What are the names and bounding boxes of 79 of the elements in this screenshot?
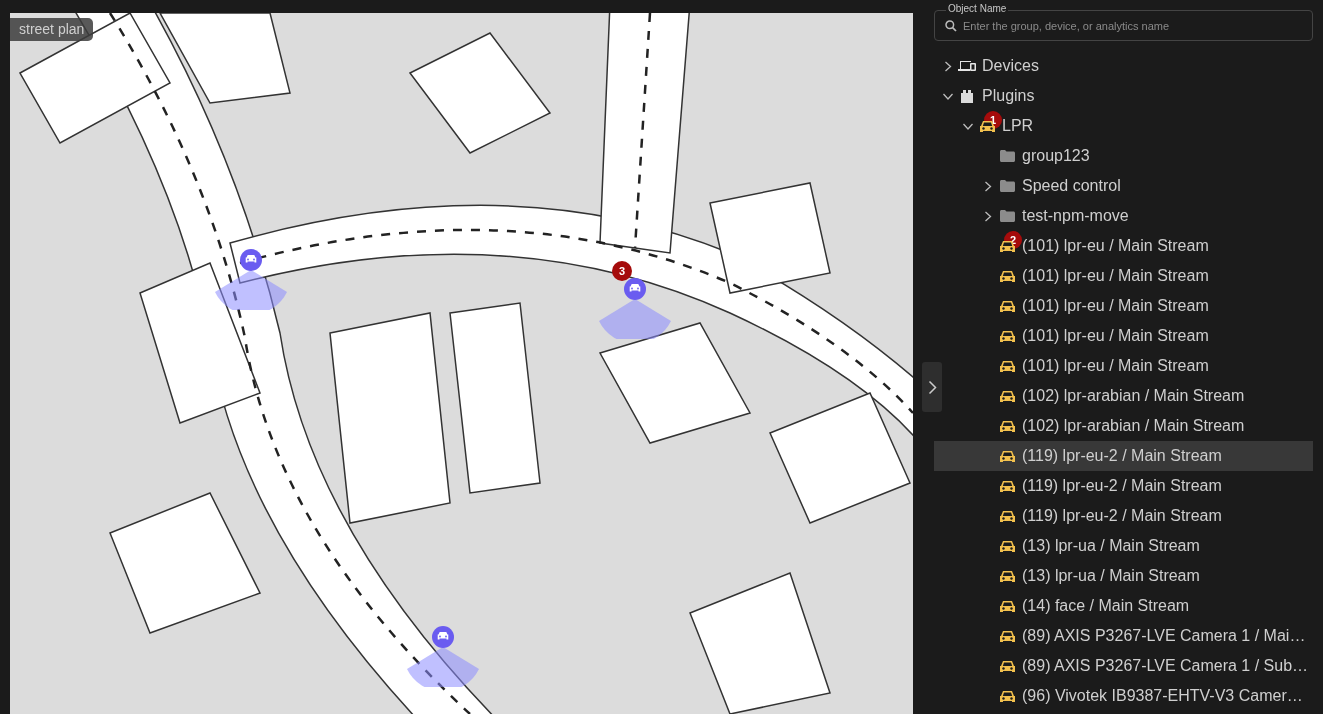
map-label: street plan: [10, 18, 94, 41]
tree-item[interactable]: (119) lpr-eu-2 / Main Stream: [934, 501, 1313, 531]
camera-pin-icon[interactable]: [240, 249, 262, 271]
tree-item[interactable]: (102) lpr-arabian / Main Stream: [934, 411, 1313, 441]
car-icon: [999, 329, 1015, 343]
tree-item[interactable]: Plugins: [934, 81, 1313, 111]
car-icon: [999, 479, 1015, 493]
camera-pin-icon[interactable]: [432, 626, 454, 648]
chevron-icon[interactable]: [942, 92, 954, 100]
plugin-icon: [960, 89, 974, 103]
chevron-icon[interactable]: [984, 180, 992, 192]
chevron-right-icon: [927, 379, 937, 395]
item-label: (13) lpr-ua / Main Stream: [1022, 537, 1200, 555]
item-label: (102) lpr-arabian / Main Stream: [1022, 387, 1245, 405]
item-label: (101) lpr-eu / Main Stream: [1022, 267, 1209, 285]
tree-item[interactable]: group123: [934, 141, 1313, 171]
tree-item[interactable]: (13) lpr-ua / Main Stream: [934, 531, 1313, 561]
item-label: Plugins: [982, 87, 1035, 105]
camera-view-cone: [599, 299, 671, 339]
item-label: Devices: [982, 57, 1039, 75]
car-icon: [999, 689, 1015, 703]
car-icon: [999, 539, 1015, 553]
car-icon: [999, 419, 1015, 433]
car-icon: [999, 599, 1015, 613]
devices-icon: [958, 59, 976, 73]
car-icon: [999, 389, 1015, 403]
field-label: Object Name: [946, 3, 1009, 15]
tree-item[interactable]: (101) lpr-eu / Main Stream: [934, 351, 1313, 381]
tree-item[interactable]: Speed control: [934, 171, 1313, 201]
item-label: (13) lpr-ua / Main Stream: [1022, 567, 1200, 585]
chevron-icon[interactable]: [962, 122, 974, 130]
search-input[interactable]: Enter the group, device, or analytics name: [963, 20, 1302, 32]
folder-icon: [999, 210, 1015, 222]
camera-pin-icon[interactable]: [624, 278, 646, 300]
tree-item[interactable]: (102) lpr-arabian / Main Stream: [934, 381, 1313, 411]
tree-item[interactable]: (89) AXIS P3267-LVE Camera 1 / Mai…: [934, 621, 1313, 651]
item-label: (102) lpr-arabian / Main Stream: [1022, 417, 1245, 435]
tree-item[interactable]: (13) lpr-ua / Main Stream: [934, 561, 1313, 591]
folder-icon: [999, 150, 1015, 162]
tree-item[interactable]: (96) Vivotek IB9387-EHTV-V3 Camer…: [934, 681, 1313, 711]
tree-item[interactable]: (101) lpr-eu / Main Stream: [934, 261, 1313, 291]
expand-panel-button[interactable]: [922, 362, 942, 412]
chevron-icon[interactable]: [944, 60, 952, 72]
item-label: group123: [1022, 147, 1090, 165]
tree-item[interactable]: (14) face / Main Stream: [934, 591, 1313, 621]
camera-view-cone: [215, 270, 287, 310]
tree-item[interactable]: (89) AXIS P3267-LVE Camera 1 / Sub…: [934, 651, 1313, 681]
car-icon: [999, 629, 1015, 643]
item-label: (119) lpr-eu-2 / Main Stream: [1022, 447, 1222, 465]
car-icon: [999, 569, 1015, 583]
car-icon: [999, 449, 1015, 463]
tree-item[interactable]: (101) lpr-eu / Main Stream: [934, 321, 1313, 351]
item-label: (89) AXIS P3267-LVE Camera 1 / Mai…: [1022, 627, 1306, 645]
car-icon: [999, 299, 1015, 313]
car-icon: [999, 509, 1015, 523]
tree-item[interactable]: test-npm-move: [934, 201, 1313, 231]
item-label: (101) lpr-eu / Main Stream: [1022, 327, 1209, 345]
tree-item[interactable]: (119) lpr-eu-2 / Main Stream: [934, 471, 1313, 501]
item-label: (14) face / Main Stream: [1022, 597, 1190, 615]
item-label: (101) lpr-eu / Main Stream: [1022, 297, 1209, 315]
car-icon: [999, 269, 1015, 283]
item-label: (119) lpr-eu-2 / Main Stream: [1022, 477, 1222, 495]
item-label: LPR: [1002, 117, 1034, 135]
camera-view-cone: [407, 647, 479, 687]
item-label: (101) lpr-eu / Main Stream: [1022, 237, 1209, 255]
item-label: (89) AXIS P3267-LVE Camera 1 / Sub…: [1022, 657, 1309, 675]
folder-icon: [999, 180, 1015, 192]
item-label: (119) lpr-eu-2 / Main Stream: [1022, 507, 1222, 525]
item-label: Speed control: [1022, 177, 1121, 195]
car-icon: [999, 659, 1015, 673]
item-label: (101) lpr-eu / Main Stream: [1022, 357, 1209, 375]
chevron-icon[interactable]: [984, 210, 992, 222]
search-icon: [945, 20, 957, 32]
tree-item[interactable]: Devices: [934, 51, 1313, 81]
item-label: (96) Vivotek IB9387-EHTV-V3 Camer…: [1022, 687, 1303, 705]
item-label: test-npm-move: [1022, 207, 1129, 225]
tree-item[interactable]: (119) lpr-eu-2 / Main Stream: [934, 441, 1313, 471]
tree-item[interactable]: (101) lpr-eu / Main Stream: [934, 291, 1313, 321]
car-icon: [999, 359, 1015, 373]
